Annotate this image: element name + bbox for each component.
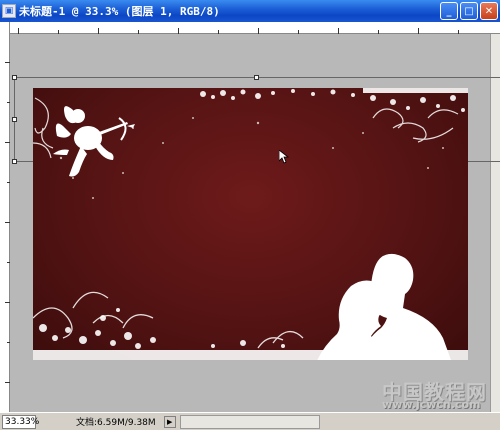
transform-handle-mid-left[interactable] (12, 117, 17, 122)
close-button[interactable]: ✕ (480, 2, 498, 20)
horizontal-scrollbar[interactable] (179, 414, 320, 429)
canvas-artwork (33, 88, 468, 360)
couple-silhouette-icon (317, 253, 451, 360)
horizontal-ruler[interactable] (10, 22, 500, 34)
zoom-level-field[interactable]: 33.33% (2, 414, 39, 429)
maximize-button[interactable]: □ (460, 2, 478, 20)
vertical-scrollbar[interactable] (490, 34, 500, 412)
transform-handle-top-center[interactable] (254, 75, 259, 80)
cupid-silhouette-icon (53, 106, 135, 177)
status-menu-arrow[interactable]: ▶ (163, 415, 176, 428)
watermark-url: www.jcwcn.com (382, 398, 481, 411)
sparkles (59, 117, 444, 199)
document-icon: ▣ (2, 4, 16, 18)
title-bar[interactable]: ▣ 未标题-1 @ 33.3% (图层 1, RGB/8) _ □ ✕ (0, 0, 500, 22)
floral-swirls-top-right (372, 108, 459, 143)
window-controls: _ □ ✕ (440, 2, 498, 20)
status-bar: 33.33% 文档:6.59M/9.38M ▶ (0, 412, 500, 430)
floral-swirls-top-left (33, 97, 54, 159)
window-title: 未标题-1 @ 33.3% (图层 1, RGB/8) (19, 5, 220, 18)
photoshop-document-window: ▣ 未标题-1 @ 33.3% (图层 1, RGB/8) _ □ ✕ 中国教程… (0, 0, 500, 430)
floral-swirls-bottom-left (33, 291, 154, 339)
minimize-button[interactable]: _ (440, 2, 458, 20)
floral-top-border (200, 88, 468, 112)
transform-handle-bottom-left[interactable] (12, 159, 17, 164)
document-size-info: 文档:6.59M/9.38M (76, 418, 156, 428)
document-canvas[interactable] (33, 88, 468, 360)
floral-swirls-bottom-right (257, 331, 304, 349)
transform-handle-top-left[interactable] (12, 75, 17, 80)
arrow-cursor-icon (279, 150, 289, 164)
vertical-ruler[interactable] (0, 22, 10, 412)
